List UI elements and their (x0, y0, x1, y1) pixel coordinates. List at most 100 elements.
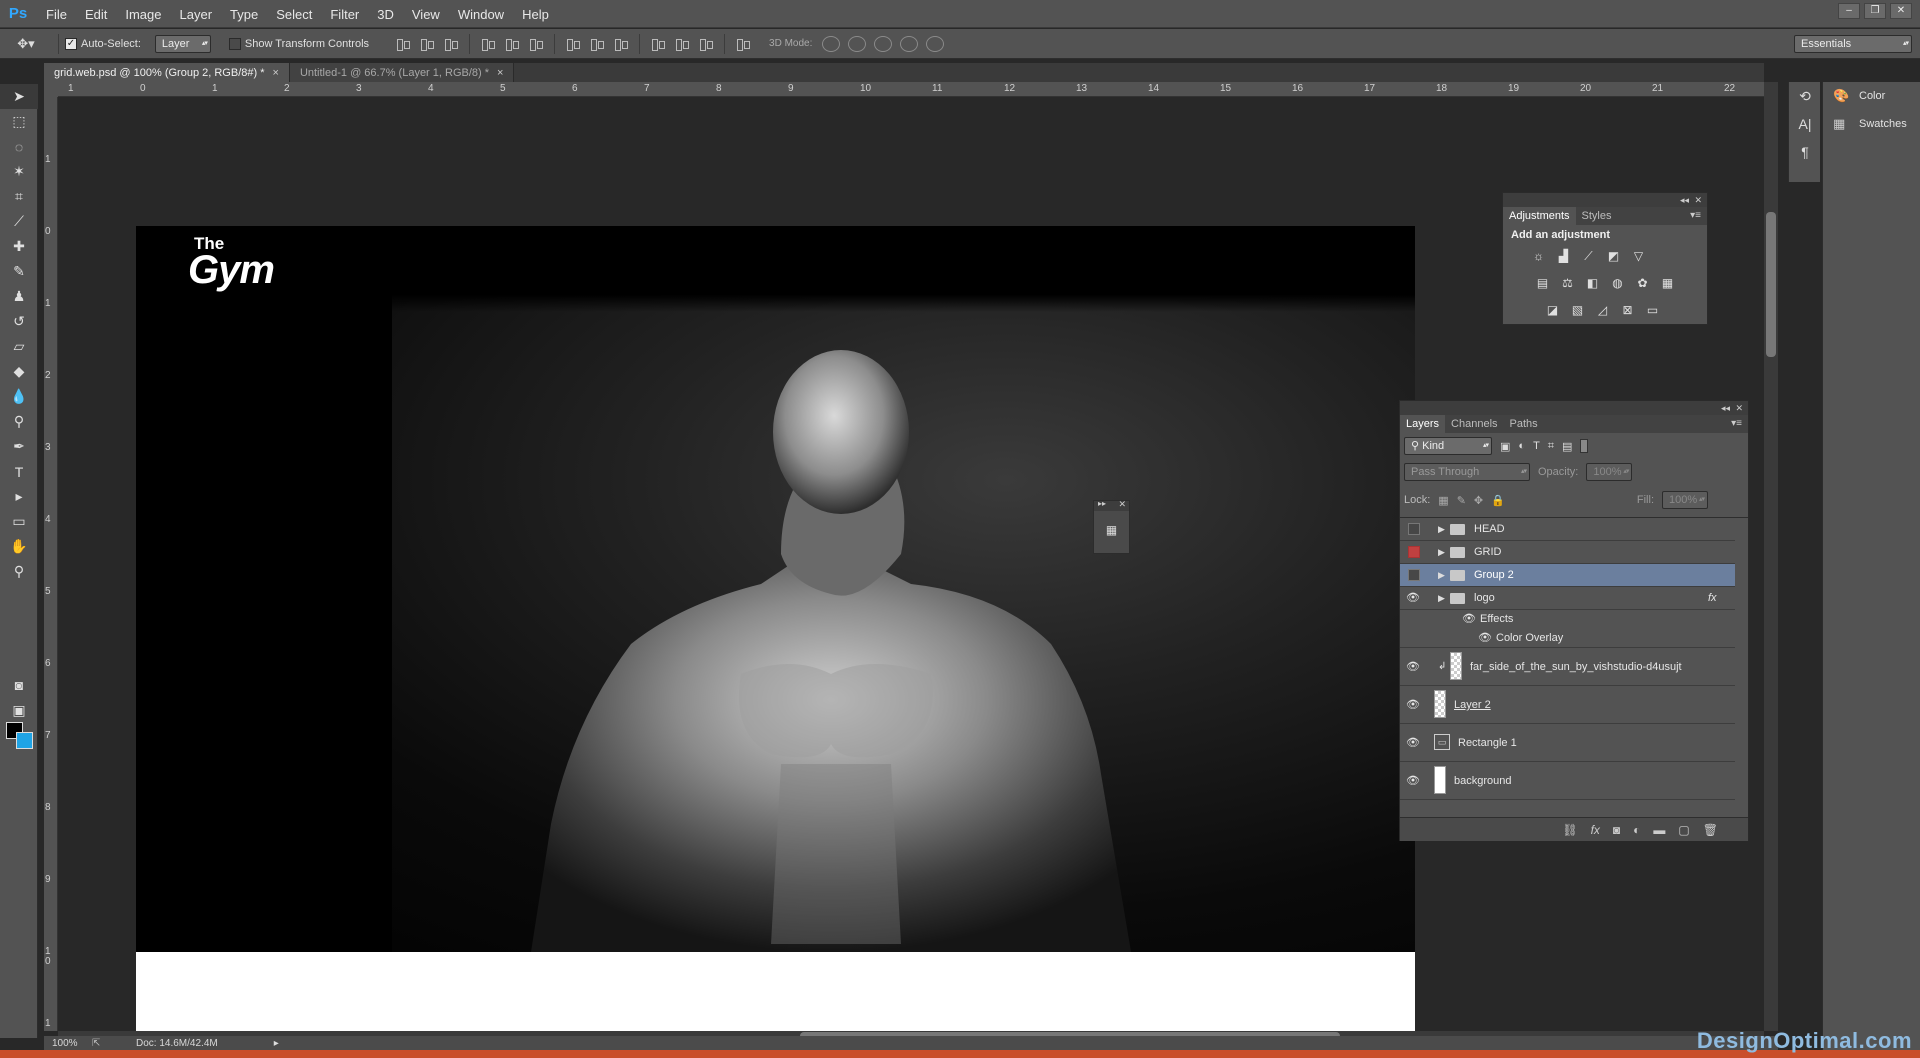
menu-view[interactable]: View (412, 7, 440, 22)
move-tool-icon[interactable]: ➤ (0, 84, 38, 109)
align-right-icon[interactable] (527, 36, 545, 52)
visibility-toggle[interactable] (1408, 523, 1420, 535)
panel-menu-icon[interactable]: ▾≡ (1690, 207, 1701, 225)
character-icon[interactable]: A| (1789, 110, 1821, 138)
3d-slide-icon[interactable] (900, 35, 919, 52)
tab-channels[interactable]: Channels (1445, 415, 1503, 433)
collapse-icon[interactable]: ▸▸ (1098, 499, 1106, 508)
menu-3d[interactable]: 3D (377, 7, 394, 22)
expand-arrow-icon[interactable]: ▶ (1438, 564, 1445, 587)
distribute-left-icon[interactable] (649, 36, 667, 52)
lock-all-icon[interactable]: 🔒 (1491, 494, 1505, 507)
filter-type-icon[interactable]: T (1533, 440, 1540, 452)
distribute-hcenter-icon[interactable] (673, 36, 691, 52)
layer-row-effects[interactable]: 👁 Effects (1400, 610, 1735, 629)
menu-layer[interactable]: Layer (180, 7, 213, 22)
menu-edit[interactable]: Edit (85, 7, 107, 22)
align-hcenter-icon[interactable] (503, 36, 521, 52)
history-icon[interactable]: ⟲ (1789, 82, 1821, 110)
menu-filter[interactable]: Filter (330, 7, 359, 22)
properties-icon[interactable]: ▦ (1104, 523, 1120, 537)
3d-rotate-icon[interactable] (822, 35, 841, 52)
eye-icon[interactable]: 👁 (1406, 660, 1420, 674)
move-tool-preset-icon[interactable]: ✥▾ (0, 36, 52, 52)
status-menu-arrow-icon[interactable]: ▸ (274, 1038, 279, 1049)
tab-untitled-1[interactable]: Untitled-1 @ 66.7% (Layer 1, RGB/8) * × (289, 63, 515, 83)
lock-position-icon[interactable]: ✥ (1474, 494, 1483, 507)
workspace-select[interactable]: Essentials (1794, 34, 1912, 53)
filter-kind-select[interactable]: ⚲ Kind (1404, 437, 1492, 455)
screen-mode-icon[interactable]: ▣ (0, 698, 38, 723)
show-transform-checkbox[interactable] (228, 37, 241, 50)
layer-row-layer-2[interactable]: 👁 Layer 2 (1400, 686, 1735, 724)
visibility-toggle[interactable] (1408, 546, 1420, 558)
fill-input[interactable]: 100% (1662, 491, 1708, 509)
align-left-icon[interactable] (479, 36, 497, 52)
3d-pan-icon[interactable] (874, 35, 893, 52)
align-vcenter-icon[interactable] (418, 36, 436, 52)
dodge-tool-icon[interactable]: ⚲ (0, 409, 38, 434)
paragraph-icon[interactable]: ¶ (1789, 138, 1821, 166)
auto-select-checkbox[interactable]: ✓ (65, 37, 77, 50)
close-icon[interactable]: ✕ (1735, 401, 1743, 415)
menu-type[interactable]: Type (230, 7, 258, 22)
brightness-icon[interactable]: ☼ (1531, 249, 1546, 263)
stamp-tool-icon[interactable]: ♟ (0, 284, 38, 309)
3d-scale-icon[interactable] (926, 35, 945, 52)
vertical-scrollbar[interactable] (1764, 82, 1778, 1031)
visibility-toggle[interactable] (1408, 569, 1420, 581)
expand-arrow-icon[interactable]: ▶ (1438, 541, 1445, 564)
layer-row-group-2[interactable]: ▶ Group 2 (1400, 564, 1735, 587)
eraser-tool-icon[interactable]: ▱ (0, 334, 38, 359)
tab-adjustments[interactable]: Adjustments (1503, 207, 1576, 225)
layer-row-head[interactable]: ▶ HEAD (1400, 518, 1735, 541)
eye-icon[interactable]: 👁 (1406, 591, 1420, 605)
zoom-level[interactable]: 100% (52, 1038, 92, 1049)
color-balance-icon[interactable]: ⚖ (1560, 276, 1575, 290)
rectangle-tool-icon[interactable]: ▭ (0, 509, 38, 534)
panel-menu-icon[interactable]: ▾≡ (1731, 415, 1742, 433)
collapse-icon[interactable]: ◂◂ (1680, 193, 1689, 207)
filter-smart-object-icon[interactable]: ▤ (1562, 440, 1572, 453)
threshold-icon[interactable]: ◿ (1595, 303, 1610, 317)
layer-row-background[interactable]: 👁 background (1400, 762, 1735, 800)
link-layers-icon[interactable]: ⛓ (1562, 823, 1577, 837)
menu-help[interactable]: Help (522, 7, 549, 22)
close-icon[interactable]: × (497, 67, 503, 79)
distribute-right-icon[interactable] (697, 36, 715, 52)
marquee-tool-icon[interactable]: ⬚ (0, 109, 38, 134)
levels-icon[interactable]: ▟ (1556, 249, 1571, 263)
distribute-vcenter-icon[interactable] (588, 36, 606, 52)
align-top-icon[interactable] (394, 36, 412, 52)
channel-mixer-icon[interactable]: ✿ (1635, 276, 1650, 290)
eye-icon[interactable]: 👁 (1406, 698, 1420, 712)
color-lookup-icon[interactable]: ▦ (1660, 276, 1675, 290)
new-layer-icon[interactable]: ▢ (1678, 823, 1689, 837)
filter-pixel-icon[interactable]: ▣ (1500, 440, 1510, 453)
align-bottom-icon[interactable] (442, 36, 460, 52)
close-icon[interactable]: × (273, 67, 279, 79)
tab-styles[interactable]: Styles (1576, 207, 1618, 225)
photo-filter-icon[interactable]: ◍ (1610, 276, 1625, 290)
tab-paths[interactable]: Paths (1504, 415, 1544, 433)
type-tool-icon[interactable]: T (0, 459, 38, 484)
scrollbar-thumb[interactable] (1766, 212, 1776, 357)
crop-tool-icon[interactable]: ⌗ (0, 184, 38, 209)
close-icon[interactable]: ✕ (1118, 499, 1126, 510)
exposure-icon[interactable]: ◩ (1606, 249, 1621, 263)
brush-tool-icon[interactable]: ✎ (0, 259, 38, 284)
selective-color-icon[interactable]: ⊠ (1620, 303, 1635, 317)
path-selection-tool-icon[interactable]: ▸ (0, 484, 38, 509)
eye-icon[interactable]: 👁 (1478, 631, 1492, 645)
close-icon[interactable]: ✕ (1694, 193, 1702, 207)
layer-row-color-overlay[interactable]: 👁 Color Overlay (1400, 629, 1735, 648)
black-white-icon[interactable]: ◧ (1585, 276, 1600, 290)
curves-icon[interactable]: ⟋ (1581, 249, 1596, 263)
layer-style-icon[interactable]: fx (1591, 823, 1600, 837)
layer-row-grid[interactable]: ▶ GRID (1400, 541, 1735, 564)
eye-icon[interactable]: 👁 (1462, 612, 1476, 626)
zoom-tool-icon[interactable]: ⚲ (0, 559, 38, 584)
menu-select[interactable]: Select (276, 7, 312, 22)
close-button[interactable]: ✕ (1890, 3, 1912, 19)
document-canvas[interactable]: The Gym (136, 226, 1415, 1033)
